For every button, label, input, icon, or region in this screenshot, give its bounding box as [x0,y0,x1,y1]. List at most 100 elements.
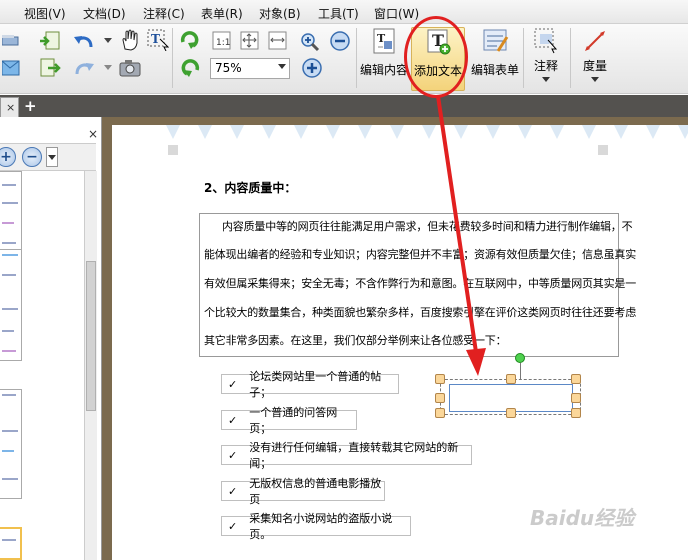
check-icon: ✓ [228,484,238,498]
paragraph-line: 能体现出编者的经验和专业知识；内容完整但并不丰富；资源有效但质量欠佳；信息虽真实 [204,248,636,261]
rotation-line [520,363,521,379]
edit-content-button[interactable]: T 编辑内容 [360,27,408,91]
decoration [422,125,436,139]
decoration [198,125,212,139]
email-icon[interactable] [0,57,24,79]
decoration [326,125,340,139]
menu-object[interactable]: 对象(B) [259,5,301,22]
menu-annotate[interactable]: 注释(C) [143,5,185,22]
undo-icon[interactable] [72,30,96,52]
resize-handle[interactable] [435,393,445,403]
redo-icon[interactable] [72,57,96,79]
resize-handle[interactable] [506,408,516,418]
list-item-text: 一个普通的问答网页； [249,406,338,435]
panel-scrollbar[interactable] [84,171,97,560]
thumbnail-zoom-in-icon[interactable]: + [0,147,16,167]
scrollbar-thumb[interactable] [86,261,96,411]
resize-handle[interactable] [506,374,516,384]
chevron-down-icon [542,77,550,82]
thumbnail-zoom-bar: + − [0,143,96,171]
document-view: 2、内容质量中： 内容质量中等的网页往往能满足用户需求，但未花费较多时间和精力进… [102,117,688,560]
toolbar-separator [523,28,524,88]
close-icon[interactable]: × [6,101,15,114]
snapshot-icon[interactable] [118,57,142,79]
decoration [646,125,660,139]
pages-panel: × + − [0,117,102,560]
menu-window[interactable]: 窗口(W) [374,5,419,22]
resize-handle[interactable] [435,408,445,418]
fit-page-icon[interactable] [238,30,262,52]
new-tab-icon[interactable]: + [24,97,37,115]
actual-size-icon[interactable]: 1:1 [210,30,234,52]
page-thumbnail[interactable] [0,389,22,499]
list-item: ✓ 论坛类网站里一个普通的帖子； [221,370,399,399]
svg-text:1:1: 1:1 [216,38,230,48]
list-item: ✓ 一个普通的问答网页； [221,406,357,435]
paragraph-line: 其它非常多因素。在这里，我们仅部分举例来让各位感受一下： [204,334,507,347]
rotate-counterclockwise-icon[interactable] [178,57,202,79]
page-thumbnail[interactable] [0,171,22,253]
current-page-thumbnail[interactable] [0,527,22,560]
list-item: ✓ 没有进行任何编辑，直接转载其它网站的新闻； [221,441,472,470]
menu-tools[interactable]: 工具(T) [318,5,359,22]
zoom-level-select[interactable]: 75% [210,58,290,79]
resize-handle[interactable] [435,374,445,384]
fit-width-icon[interactable] [266,30,290,52]
check-icon: ✓ [228,413,238,427]
decoration [614,125,628,139]
list-item: ✓ 无版权信息的普通电影播放页 [221,477,385,506]
toolbar-separator [356,28,357,88]
document-page: 2、内容质量中： 内容质量中等的网页往往能满足用户需求，但未花费较多时间和精力进… [112,125,688,560]
resize-handle[interactable] [571,408,581,418]
menu-form[interactable]: 表单(R) [201,5,243,22]
redo-dropdown-icon[interactable] [96,57,120,79]
toolbar-separator [172,28,173,88]
select-text-icon[interactable]: T [146,29,170,51]
measure-button[interactable]: 度量 [575,27,615,91]
paragraph-text-box[interactable]: 内容质量中等的网页往往能满足用户需求，但未花费较多时间和精力进行制作编辑，不 能… [199,213,636,357]
svg-text:T: T [151,32,160,46]
annotate-label: 注释 [533,59,558,73]
chevron-down-icon [48,155,56,160]
check-icon: ✓ [228,519,238,533]
zoom-in-magnifier-icon[interactable] [299,31,323,53]
decoration [294,125,308,139]
zoom-out-icon[interactable] [328,30,352,52]
decoration [390,125,404,139]
document-tab[interactable]: × [0,97,19,117]
annotate-button[interactable]: 注释 [526,27,566,91]
paragraph-line: 有效但属采集得来；安全无毒；不含作弊行为和意图。在互联网中，中等质量网页其实是一 [204,277,636,290]
rotate-handle[interactable] [515,353,525,363]
hand-tool-icon[interactable] [118,29,142,51]
decoration [166,125,180,139]
export-icon[interactable] [38,57,62,79]
decoration [230,125,244,139]
decoration [454,125,468,139]
edit-form-button[interactable]: 编辑表单 [470,27,520,91]
resize-handle[interactable] [571,374,581,384]
highlight-circle [404,16,468,98]
scan-icon[interactable] [0,30,24,52]
undo-dropdown-icon[interactable] [96,30,120,52]
menu-document[interactable]: 文档(D) [83,5,126,22]
decoration [486,125,500,139]
thumbnail-zoom-dropdown[interactable] [46,147,58,167]
chevron-down-icon [591,77,599,82]
resize-handle[interactable] [571,393,581,403]
zoom-level-value: 75% [215,61,242,75]
page-thumbnail[interactable] [0,249,22,361]
toolbar-separator [570,28,571,88]
rotate-clockwise-icon[interactable] [178,29,202,51]
watermark: Baidu经验 [530,506,635,530]
decoration [518,125,532,139]
measure-icon [585,31,605,51]
zoom-in-icon[interactable] [300,57,324,79]
paragraph-line: 个比较大的数量集合，种类面貌也繁杂多样，百度搜索引擎在评价这类网页时往往还要考虑 [204,306,636,319]
menu-bar: 视图(V) 文档(D) 注释(C) 表单(R) 对象(B) 工具(T) 窗口(W… [0,0,688,24]
thumbnail-zoom-out-icon[interactable]: − [22,147,42,167]
menu-view[interactable]: 视图(V) [24,5,66,22]
close-icon[interactable]: × [88,127,98,141]
toolbar: T 1:1 75% T 编辑内容 T 添加文本 编辑表单 注释 度量 [0,24,688,94]
list-item-text: 论坛类网站里一个普通的帖子； [249,370,382,399]
import-icon[interactable] [38,30,62,52]
